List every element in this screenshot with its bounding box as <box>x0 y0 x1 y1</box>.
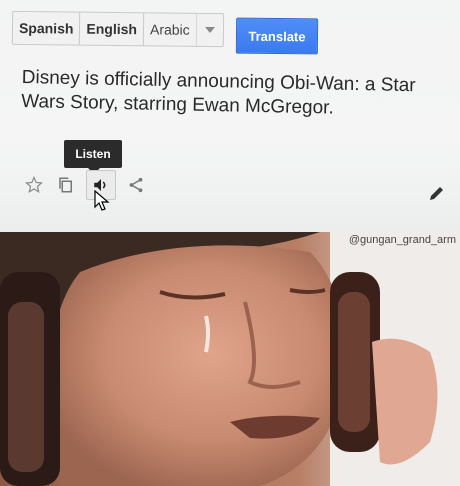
mouse-pointer-icon <box>94 189 110 212</box>
source-language-selector: Spanish English Arabic <box>11 10 224 48</box>
share-icon[interactable] <box>124 173 148 197</box>
crying-man-photo <box>0 232 460 486</box>
lang-tab-spanish[interactable]: Spanish <box>12 11 81 45</box>
translate-panel: Spanish English Arabic Translate Disney … <box>0 0 460 232</box>
chevron-down-icon[interactable] <box>195 13 223 47</box>
source-toolbar <box>22 170 148 200</box>
lang-tab-english[interactable]: English <box>80 12 145 46</box>
copy-icon[interactable] <box>54 173 78 197</box>
reaction-photo: @gungan_grand_arm <box>0 232 460 486</box>
listen-tooltip: Listen <box>64 140 122 174</box>
pencil-icon[interactable] <box>428 186 444 202</box>
source-text[interactable]: Disney is officially announcing Obi-Wan:… <box>21 66 452 123</box>
translate-button[interactable]: Translate <box>235 17 319 55</box>
watermark: @gungan_grand_arm <box>348 234 456 246</box>
star-icon[interactable] <box>22 173 46 197</box>
lang-tab-arabic[interactable]: Arabic <box>144 13 196 46</box>
